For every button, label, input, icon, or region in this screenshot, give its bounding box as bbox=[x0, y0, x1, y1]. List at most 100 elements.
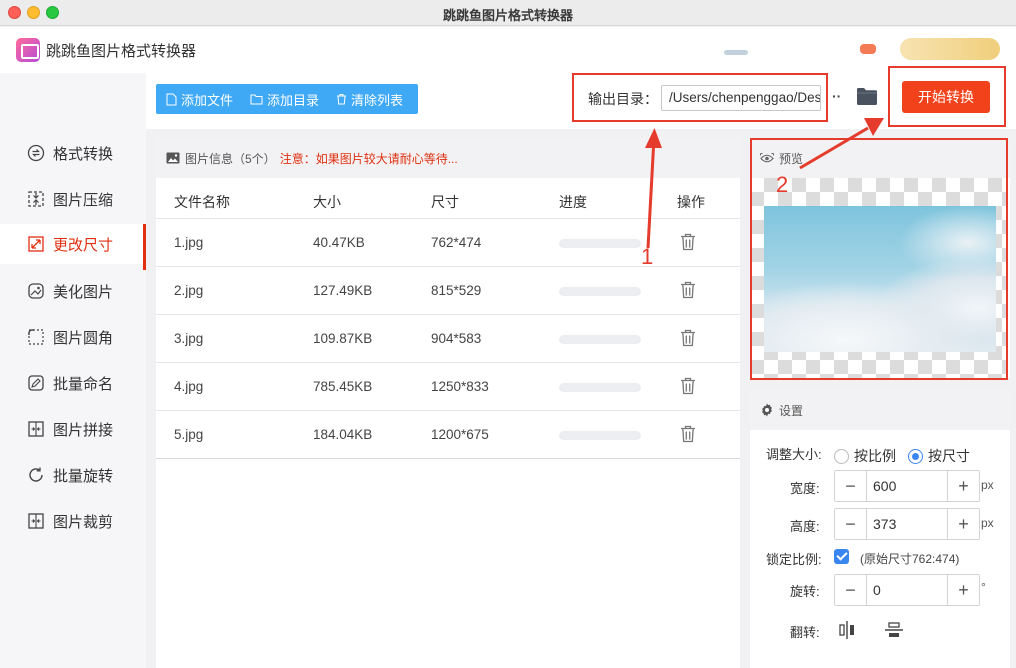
file-dimensions: 1250*833 bbox=[431, 379, 489, 394]
lock-ratio-checkbox[interactable] bbox=[834, 549, 849, 564]
delete-icon[interactable] bbox=[680, 233, 696, 251]
annotation-highlight-box bbox=[888, 66, 1006, 127]
file-icon bbox=[166, 93, 177, 105]
folder-outline-icon bbox=[250, 94, 263, 104]
sidebar-item-label: 批量命名 bbox=[53, 375, 114, 393]
annotation-highlight-box bbox=[572, 73, 828, 122]
sidebar-item-stitch[interactable]: 图片拼接 bbox=[0, 409, 146, 449]
table-header: 文件名称 大小 尺寸 进度 操作 bbox=[156, 178, 740, 218]
flip-vertical-icon[interactable] bbox=[884, 621, 904, 639]
file-dimensions: 904*583 bbox=[431, 331, 482, 346]
width-value[interactable]: 600 bbox=[873, 478, 896, 494]
browse-more-button[interactable]: ·· bbox=[832, 88, 841, 104]
beautify-icon bbox=[26, 281, 46, 301]
image-info-title: 图片信息（5个） bbox=[185, 151, 276, 166]
column-header-size: 大小 bbox=[313, 194, 341, 210]
width-decrement-button[interactable]: − bbox=[835, 471, 867, 501]
progress-bar bbox=[559, 287, 641, 296]
file-actions-bar: 添加文件 添加目录 清除列表 bbox=[156, 84, 418, 114]
sidebar-item-rotate[interactable]: 批量旋转 bbox=[0, 455, 146, 495]
delete-icon[interactable] bbox=[680, 377, 696, 395]
open-folder-icon[interactable] bbox=[856, 86, 878, 109]
rotate-stepper[interactable]: − 0 + bbox=[834, 574, 980, 606]
radio-by-ratio[interactable]: 按比例 bbox=[834, 446, 896, 466]
header-decoration bbox=[724, 50, 748, 55]
sidebar-item-label: 图片裁剪 bbox=[53, 513, 114, 531]
add-directory-label: 添加目录 bbox=[267, 92, 320, 108]
title-bar: 跳跳鱼图片格式转换器 bbox=[0, 0, 1016, 26]
height-decrement-button[interactable]: − bbox=[835, 509, 867, 539]
vip-banner[interactable] bbox=[900, 38, 1000, 60]
annotation-highlight-box bbox=[750, 138, 1008, 380]
width-stepper[interactable]: − 600 + bbox=[834, 470, 980, 502]
format-convert-icon bbox=[26, 143, 46, 163]
sidebar-item-rounded-corner[interactable]: 图片圆角 bbox=[0, 317, 146, 357]
compress-icon bbox=[26, 189, 46, 209]
height-label: 高度: bbox=[790, 519, 820, 534]
progress-bar bbox=[559, 383, 641, 392]
resize-mode-label: 调整大小: bbox=[766, 447, 822, 462]
annotation-marker-2: 2 bbox=[776, 172, 789, 197]
settings-panel: 设置 调整大小: 按比例 按尺寸 宽度: − 600 + px 高度: − 37… bbox=[750, 390, 1010, 668]
sidebar-item-label: 更改尺寸 bbox=[53, 236, 114, 254]
sidebar-item-compress[interactable]: 图片压缩 bbox=[0, 179, 146, 219]
height-stepper[interactable]: − 373 + bbox=[834, 508, 980, 540]
radio-label: 按比例 bbox=[854, 448, 896, 464]
rotate-value[interactable]: 0 bbox=[873, 582, 881, 598]
sidebar-item-crop[interactable]: 图片裁剪 bbox=[0, 501, 146, 541]
app-name: 跳跳鱼图片格式转换器 bbox=[46, 43, 197, 60]
app-header: 跳跳鱼图片格式转换器 bbox=[0, 27, 1016, 73]
delete-icon[interactable] bbox=[680, 329, 696, 347]
table-divider bbox=[156, 458, 740, 459]
table-row[interactable]: 3.jpg 109.87KB 904*583 bbox=[156, 314, 740, 362]
file-size: 785.45KB bbox=[313, 379, 373, 394]
rotate-label: 旋转: bbox=[790, 584, 820, 599]
width-increment-button[interactable]: + bbox=[947, 471, 979, 501]
resize-icon bbox=[26, 234, 46, 254]
app-logo-icon bbox=[16, 38, 40, 62]
rounded-corner-icon bbox=[26, 327, 46, 347]
file-dimensions: 762*474 bbox=[431, 235, 482, 250]
add-directory-button[interactable]: 添加目录 bbox=[233, 90, 319, 109]
sidebar-item-beautify[interactable]: 美化图片 bbox=[0, 271, 146, 311]
file-table-panel: 图片信息（5个） 注意：如果图片较大请耐心等待... 文件名称 大小 尺寸 进度… bbox=[156, 138, 740, 668]
rename-icon bbox=[26, 373, 46, 393]
sidebar-item-resize[interactable]: 更改尺寸 bbox=[0, 224, 146, 270]
column-header-dimensions: 尺寸 bbox=[431, 194, 459, 210]
column-header-actions: 操作 bbox=[677, 194, 705, 210]
add-file-label: 添加文件 bbox=[181, 92, 234, 108]
table-row[interactable]: 5.jpg 184.04KB 1200*675 bbox=[156, 410, 740, 458]
lock-ratio-label: 锁定比例: bbox=[766, 552, 822, 567]
large-image-warning: 注意：如果图片较大请耐心等待... bbox=[279, 151, 458, 166]
sidebar-item-label: 美化图片 bbox=[53, 283, 114, 301]
flip-horizontal-icon[interactable] bbox=[838, 620, 856, 640]
sidebar-item-format-convert[interactable]: 格式转换 bbox=[0, 133, 146, 173]
sidebar-item-rename[interactable]: 批量命名 bbox=[0, 363, 146, 403]
rotate-increment-button[interactable]: + bbox=[947, 575, 979, 605]
flip-label: 翻转: bbox=[790, 625, 820, 640]
height-value[interactable]: 373 bbox=[873, 516, 896, 532]
table-row[interactable]: 4.jpg 785.45KB 1250*833 bbox=[156, 362, 740, 410]
add-file-button[interactable]: 添加文件 bbox=[156, 90, 233, 109]
settings-title: 设置 bbox=[779, 403, 804, 418]
height-increment-button[interactable]: + bbox=[947, 509, 979, 539]
gear-icon bbox=[762, 403, 772, 417]
table-row[interactable]: 2.jpg 127.49KB 815*529 bbox=[156, 266, 740, 314]
sidebar-item-label: 图片拼接 bbox=[53, 421, 114, 439]
file-dimensions: 815*529 bbox=[431, 283, 482, 298]
rotate-decrement-button[interactable]: − bbox=[835, 575, 867, 605]
delete-icon[interactable] bbox=[680, 281, 696, 299]
clear-list-button[interactable]: 清除列表 bbox=[319, 90, 403, 109]
sidebar-item-label: 批量旋转 bbox=[53, 467, 114, 485]
radio-by-size[interactable]: 按尺寸 bbox=[908, 446, 970, 466]
delete-icon[interactable] bbox=[680, 425, 696, 443]
sidebar-item-label: 格式转换 bbox=[53, 145, 114, 163]
radio-label: 按尺寸 bbox=[928, 448, 970, 464]
file-name: 4.jpg bbox=[174, 379, 204, 394]
file-name: 3.jpg bbox=[174, 331, 204, 346]
column-header-progress: 进度 bbox=[559, 194, 587, 210]
progress-bar bbox=[559, 239, 641, 248]
file-size: 127.49KB bbox=[313, 283, 373, 298]
clear-list-label: 清除列表 bbox=[351, 92, 404, 108]
file-dimensions: 1200*675 bbox=[431, 427, 489, 442]
